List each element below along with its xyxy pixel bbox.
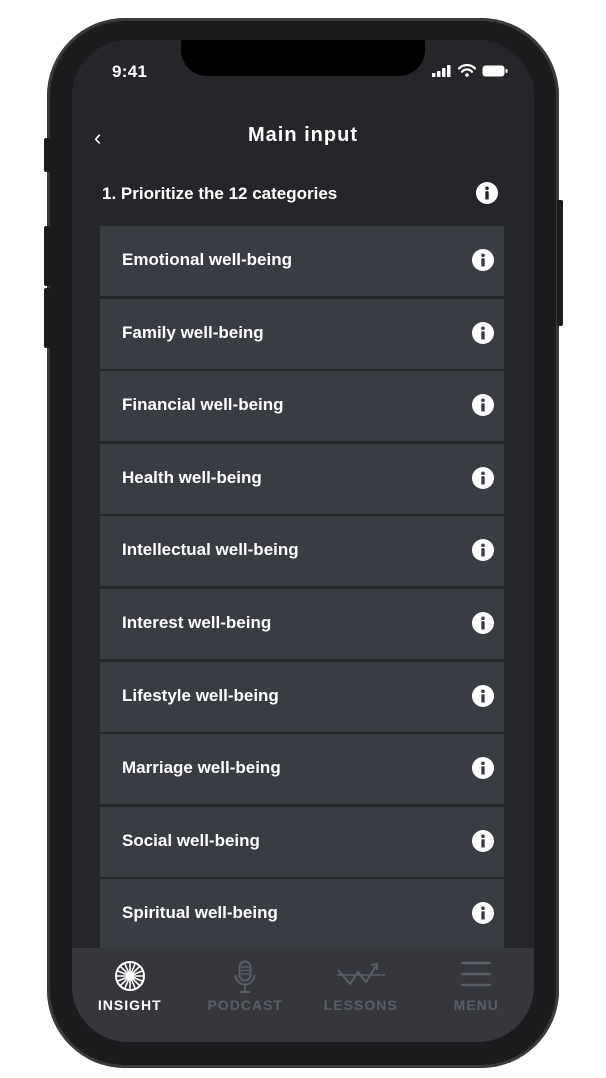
category-label: Emotional well-being [122,250,293,269]
section-heading-label: 1. Prioritize the 12 categories [102,184,338,203]
status-icons [432,64,508,77]
status-time: 9:41 [112,62,148,81]
category-item-intellectual[interactable]: Intellectual well-being [100,516,504,587]
category-label: Spiritual well-being [122,903,278,923]
category-label: Intellectual well-being [122,540,299,560]
category-label: Health well-being [122,467,262,487]
section-heading: 1. Prioritize the 12 categories [100,182,498,208]
category-item-spiritual[interactable]: Spiritual well-being [100,879,504,950]
wifi-icon [458,64,476,77]
category-label: Interest well-being [122,612,272,632]
info-icon[interactable] [472,539,494,562]
category-item-emotional[interactable]: Emotional well-being [100,226,504,296]
tab-label: LESSONS [323,997,398,1013]
info-icon[interactable] [472,757,494,780]
info-icon[interactable] [472,611,494,634]
category-item-social[interactable]: Social well-being [100,806,504,877]
lessons-chart-icon [336,962,385,985]
category-item-lifestyle[interactable]: Lifestyle well-being [100,661,504,732]
tab-insight[interactable]: INSIGHT [72,948,188,1042]
cellular-signal-icon [432,64,451,77]
category-item-financial[interactable]: Financial well-being [100,371,504,442]
tab-label: PODCAST [207,997,283,1013]
microphone-icon [234,960,256,993]
tab-lessons[interactable]: LESSONS [303,948,419,1042]
app-screen: 9:41 ‹ Main input 1. Prioritize the 12 c… [72,40,534,1042]
category-label: Social well-being [122,830,260,850]
tab-menu[interactable]: MENU [419,948,535,1042]
info-icon[interactable] [472,902,494,925]
category-item-family[interactable]: Family well-being [100,298,504,369]
info-icon[interactable] [476,182,498,204]
header: ‹ Main input [72,118,534,158]
category-item-marriage[interactable]: Marriage well-being [100,734,504,805]
battery-icon [482,65,508,76]
info-icon[interactable] [472,466,494,489]
info-icon[interactable] [472,829,494,852]
info-icon[interactable] [472,321,494,344]
phone-silent-switch [44,138,50,172]
info-icon[interactable] [472,394,494,417]
info-icon[interactable] [472,249,494,271]
notch [181,40,425,76]
phone-power-button [557,200,563,326]
tab-label: INSIGHT [97,997,162,1013]
insight-sunburst-icon [114,961,145,991]
category-list: Emotional well-being Family well-being F… [100,226,504,952]
tab-bar: INSIGHT PODCAST LESSONS MENU [72,948,534,1042]
category-item-health[interactable]: Health well-being [100,443,504,514]
page-title: Main input [248,124,358,146]
phone-volume-down-button [44,288,50,348]
hamburger-menu-icon [461,961,492,987]
category-label: Family well-being [122,322,264,342]
category-label: Financial well-being [122,395,284,415]
info-icon[interactable] [472,684,494,707]
category-item-interest[interactable]: Interest well-being [100,588,504,659]
tab-label: MENU [453,997,499,1013]
category-label: Marriage well-being [122,758,281,778]
tab-podcast[interactable]: PODCAST [188,948,304,1042]
phone-volume-up-button [44,226,50,286]
category-label: Lifestyle well-being [122,685,279,705]
